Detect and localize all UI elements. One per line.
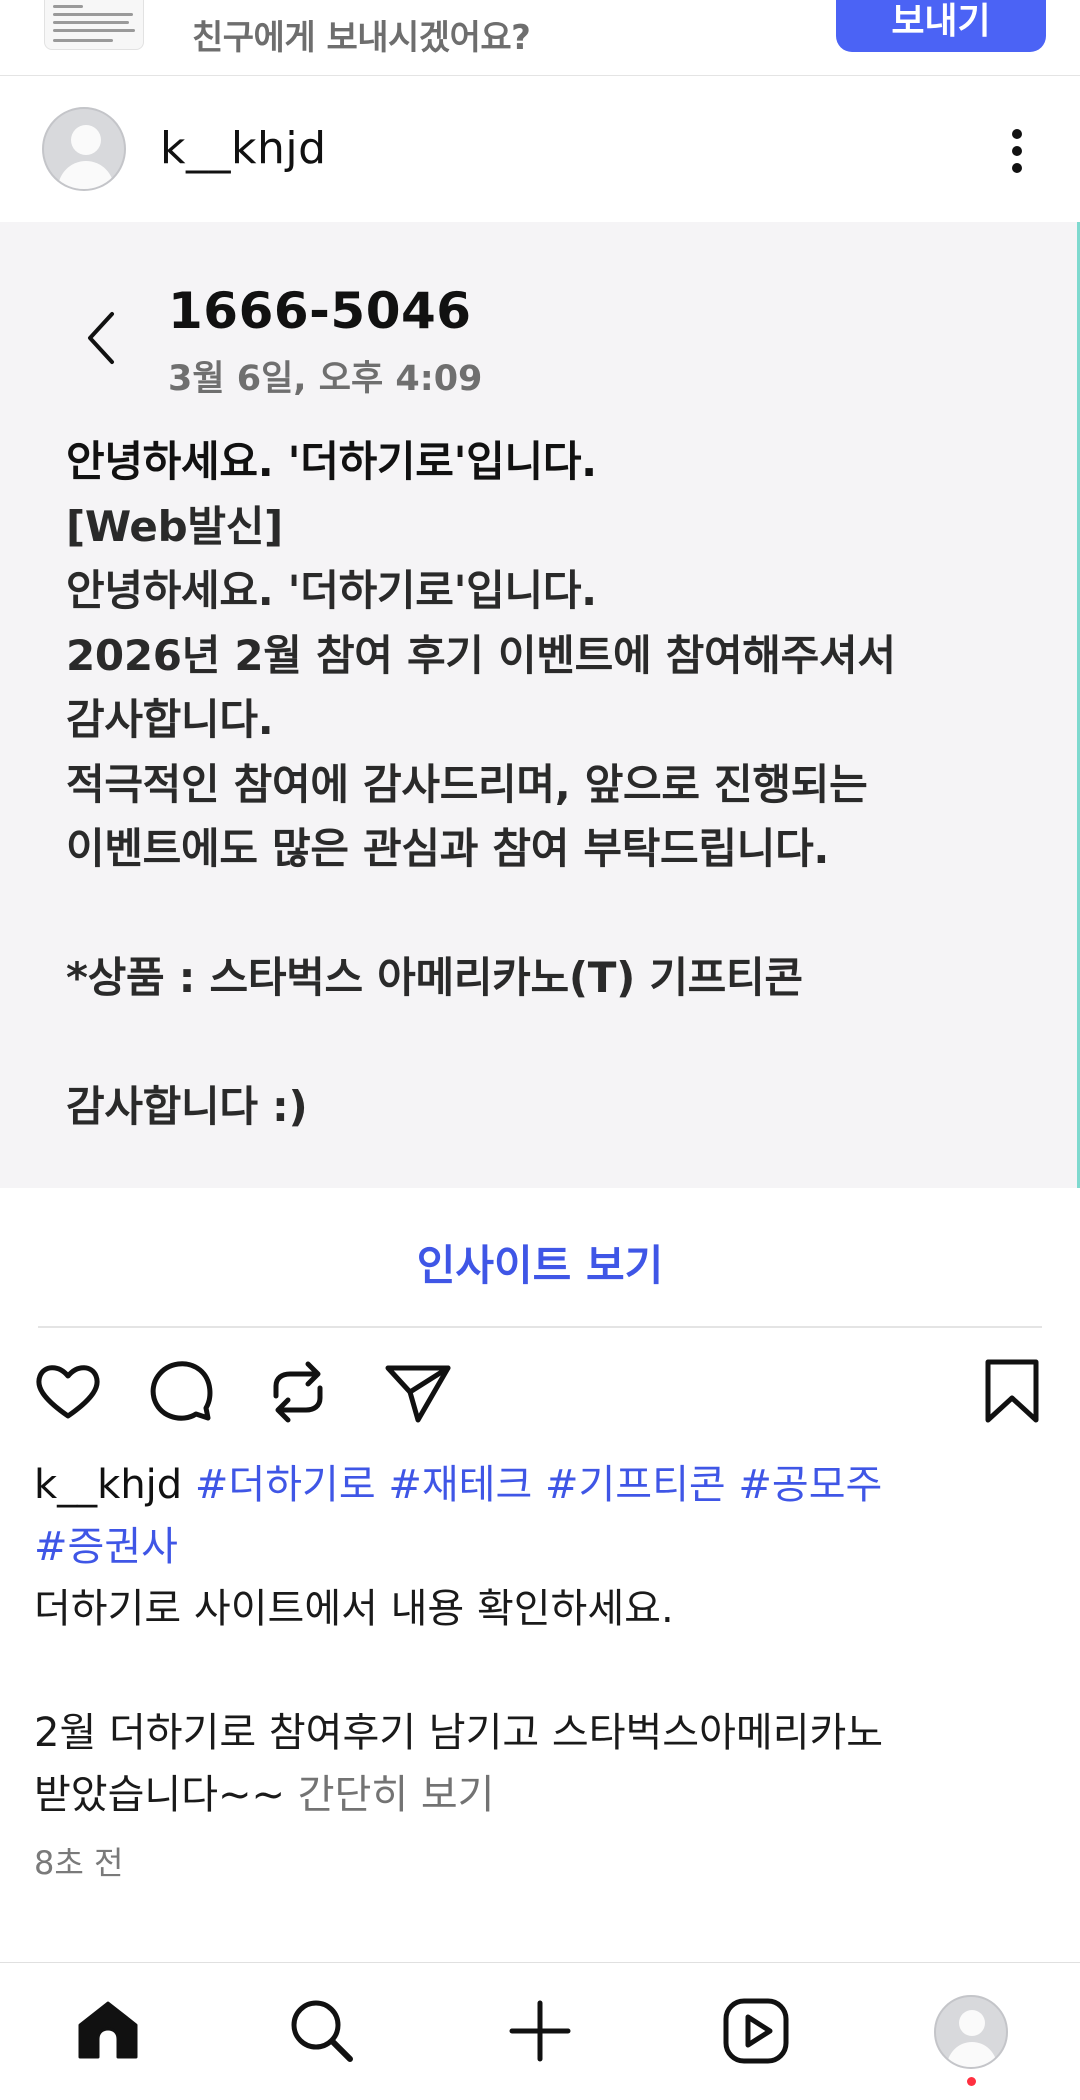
sms-line: 2026년 2월 참여 후기 이벤트에 참여해주셔서 [66, 630, 896, 680]
sms-sender: 1666-5046 [168, 282, 472, 340]
search-icon[interactable] [286, 1995, 358, 2067]
sms-line [66, 882, 1066, 947]
author-avatar[interactable] [42, 107, 126, 191]
repost-icon[interactable] [262, 1356, 334, 1428]
share-thumbnail [44, 0, 144, 50]
sms-line: 감사합니다 :) [66, 1082, 308, 1131]
caption-text: 2월 더하기로 참여후기 남기고 스타벅스아메리카노 [34, 1710, 884, 1756]
post-caption: k__khjd #더하기로 #재테크 #기프티콘 #공모주 #증권사 더하기로 … [34, 1454, 1044, 1826]
sms-timestamp: 3월 6일, 오후 4:09 [168, 359, 483, 399]
share-prompt: 친구에게 보내시겠어요? [192, 18, 531, 58]
divider [38, 1326, 1042, 1328]
bottom-navigation [0, 1962, 1080, 2100]
caption-text: 받았습니다~~ [34, 1772, 286, 1818]
share-banner: 친구에게 보내시겠어요? 보내기 [0, 0, 1080, 76]
send-button[interactable]: 보내기 [836, 0, 1046, 52]
home-icon[interactable] [72, 1995, 144, 2067]
reels-icon[interactable] [720, 1995, 792, 2067]
sms-line: 감사합니다. [66, 695, 274, 744]
sms-message: 안녕하세요. '더하기로'입니다. [Web발신] 안녕하세요. '더하기로'입… [66, 430, 1066, 1140]
sms-line: 적극적인 참여에 감사드리며, 앞으로 진행되는 [66, 759, 868, 809]
notification-dot [967, 2077, 976, 2086]
sms-line: *상품 : 스타벅스 아메리카노(T) 기프티콘 [66, 953, 803, 1002]
sms-line: [Web발신] [66, 501, 283, 551]
bookmark-icon[interactable] [976, 1356, 1048, 1428]
back-chevron-icon [88, 312, 114, 364]
collapse-caption-link[interactable]: 간단히 보기 [298, 1772, 495, 1818]
sms-line [66, 1011, 1066, 1076]
profile-avatar[interactable] [934, 1995, 1008, 2069]
heart-icon[interactable] [32, 1356, 104, 1428]
post-header: k__khjd [0, 77, 1080, 223]
view-insights-label: 인사이트 보기 [416, 1241, 664, 1290]
sms-line: 이벤트에도 많은 관심과 참여 부탁드립니다. [66, 824, 830, 873]
caption-hashtags-continued[interactable]: #증권사 [34, 1516, 1044, 1578]
more-options-icon[interactable] [1000, 123, 1036, 179]
caption-username[interactable]: k__khjd [34, 1462, 182, 1508]
create-icon[interactable] [504, 1995, 576, 2067]
sms-line: 안녕하세요. '더하기로'입니다. [66, 437, 597, 486]
author-username[interactable]: k__khjd [160, 123, 327, 174]
sms-line: 안녕하세요. '더하기로'입니다. [66, 566, 597, 615]
post-timestamp: 8초 전 [34, 1844, 124, 1882]
post-image[interactable]: 1666-5046 3월 6일, 오후 4:09 안녕하세요. '더하기로'입니… [0, 222, 1080, 1188]
caption-hashtags[interactable]: #더하기로 #재테크 #기프티콘 #공모주 [195, 1462, 882, 1508]
share-icon[interactable] [382, 1356, 454, 1428]
caption-text: 더하기로 사이트에서 내용 확인하세요. [34, 1586, 674, 1632]
view-insights-button[interactable]: 인사이트 보기 [0, 1190, 1080, 1326]
comment-icon[interactable] [146, 1356, 218, 1428]
